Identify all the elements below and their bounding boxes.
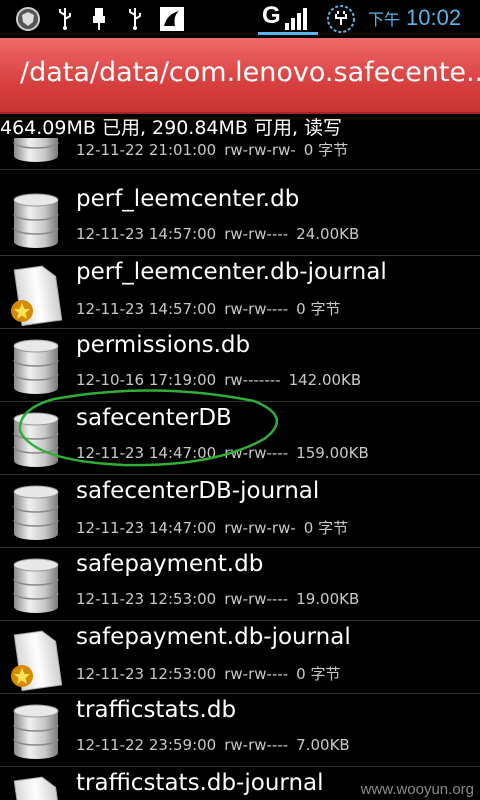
file-date: 12-11-23 12:53:00 xyxy=(76,590,217,608)
current-path[interactable]: /data/data/com.lenovo.safecente... xyxy=(20,57,480,88)
file-size: 0 字节 xyxy=(303,519,349,537)
file-row[interactable]: trafficstats.db 12-11-22 23:59:00 rw-rw---… xyxy=(0,693,480,767)
file-size: 142.00KB xyxy=(288,371,362,389)
file-row[interactable]: safepayment.db 12-11-23 12:53:00 rw-rw----… xyxy=(0,547,480,621)
file-date: 12-11-22 21:01:00 xyxy=(76,141,217,159)
signal-icon xyxy=(282,6,312,32)
file-name: safecenterDB-journal xyxy=(76,478,320,504)
file-badge-icon xyxy=(8,265,64,327)
file-row[interactable]: perf_leemcenter.db-journal 12-11-23 14:57… xyxy=(0,255,480,329)
file-badge-icon xyxy=(8,630,64,692)
clock-ampm: 下午 xyxy=(368,12,401,29)
file-permissions: rw-rw-rw- xyxy=(224,519,296,537)
file-meta: 12-11-23 14:57:00 rw-rw---- 0 字节 xyxy=(76,298,340,319)
file-meta: 12-11-23 14:47:00 rw-rw-rw- 0 字节 xyxy=(76,517,348,538)
file-name: perf_leemcenter.db xyxy=(76,186,300,212)
database-icon xyxy=(8,703,64,759)
file-badge-icon xyxy=(8,776,64,800)
database-icon xyxy=(8,557,64,613)
file-date: 12-11-23 14:47:00 xyxy=(76,519,217,537)
clock-time: 10:02 xyxy=(406,5,462,30)
network-type: G xyxy=(262,2,281,29)
database-icon xyxy=(8,192,64,248)
file-meta: 12-11-23 12:53:00 rw-rw---- 0 字节 xyxy=(76,663,340,684)
database-icon xyxy=(8,484,64,540)
usb-debug-icon xyxy=(88,6,110,32)
green-circle-annotation xyxy=(18,389,279,467)
file-size: 24.00KB xyxy=(296,225,360,243)
usb-icon xyxy=(124,6,146,32)
file-name: safepayment.db-journal xyxy=(76,624,351,650)
file-name: permissions.db xyxy=(76,332,251,358)
file-row[interactable]: perf_leemcenter.db 12-11-23 14:57:00 rw-rw… xyxy=(0,182,480,256)
file-date: 12-11-22 23:59:00 xyxy=(76,736,217,754)
file-permissions: rw-rw---- xyxy=(224,225,289,243)
file-row[interactable]: safecenterDB 12-11-23 14:47:00 rw-rw---- 15… xyxy=(0,389,480,475)
file-date: 12-11-23 14:57:00 xyxy=(76,225,217,243)
file-name: safepayment.db xyxy=(76,551,264,577)
file-permissions: rw-rw---- xyxy=(224,300,289,318)
file-permissions: rw-rw---- xyxy=(224,736,289,754)
title-bar: /data/data/com.lenovo.safecente... xyxy=(0,38,480,114)
app-notification-icon xyxy=(158,6,186,32)
file-permissions: rw-rw-rw- xyxy=(224,141,296,159)
security-shield-icon xyxy=(14,6,42,32)
file-list[interactable]: 12-11-22 21:01:00 rw-rw-rw- 0 字节 perf_leemc… xyxy=(0,138,480,800)
watermark: www.wooyun.org xyxy=(360,781,474,798)
file-row[interactable]: safecenterDB-journal 12-11-23 14:47:00 rw-… xyxy=(0,474,480,548)
file-row[interactable]: 12-11-22 21:01:00 rw-rw-rw- 0 字节 xyxy=(0,138,480,170)
file-size: 19.00KB xyxy=(296,590,360,608)
network-activity-bar xyxy=(258,32,318,35)
usb-icon xyxy=(54,6,76,32)
file-name: perf_leemcenter.db-journal xyxy=(76,259,387,285)
file-permissions: rw-rw---- xyxy=(224,665,289,683)
file-name: trafficstats.db-journal xyxy=(76,770,324,796)
file-size: 0 字节 xyxy=(296,300,341,318)
file-size: 0 字节 xyxy=(296,665,341,683)
file-permissions: rw-rw---- xyxy=(224,590,289,608)
charging-icon xyxy=(326,5,356,33)
clock: 下午 10:02 xyxy=(368,5,461,31)
database-icon xyxy=(8,138,64,162)
storage-info: 464.09MB 已用, 290.84MB 可用, 读写 xyxy=(0,117,343,139)
file-date: 12-11-23 14:57:00 xyxy=(76,300,217,318)
status-bar: G 下午 10:02 xyxy=(0,0,480,38)
file-meta: 12-11-23 14:57:00 rw-rw---- 24.00KB xyxy=(76,225,359,243)
file-meta: 12-11-22 21:01:00 rw-rw-rw- 0 字节 xyxy=(76,139,348,160)
file-meta: 12-11-23 12:53:00 rw-rw---- 19.00KB xyxy=(76,590,359,608)
file-date: 12-11-23 12:53:00 xyxy=(76,665,217,683)
file-row[interactable]: safepayment.db-journal 12-11-23 12:53:00 r… xyxy=(0,620,480,694)
database-icon xyxy=(8,338,64,394)
file-meta: 12-11-22 23:59:00 rw-rw---- 7.00KB xyxy=(76,736,350,754)
file-size: 7.00KB xyxy=(296,736,350,754)
file-size: 0 字节 xyxy=(303,141,349,159)
file-name: trafficstats.db xyxy=(76,697,237,723)
file-size: 159.00KB xyxy=(296,444,369,462)
